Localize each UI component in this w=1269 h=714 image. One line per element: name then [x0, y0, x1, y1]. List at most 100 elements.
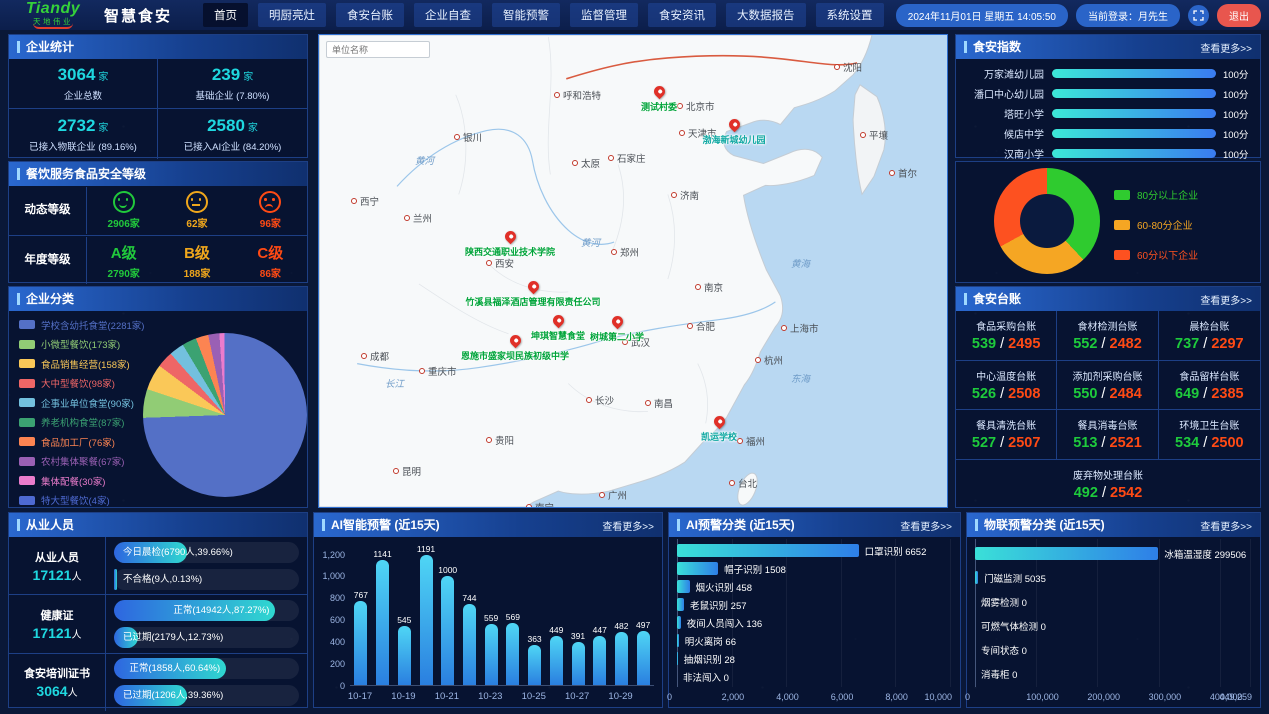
city-label: 首尔 — [898, 166, 917, 180]
legend-swatch — [1114, 250, 1130, 260]
legend-swatch — [1114, 220, 1130, 230]
staff-bars: 正常(1858人,60.64%)已过期(1206人,39.36%) — [106, 654, 307, 711]
map-marker-label: 坤琪智慧食堂 — [531, 329, 585, 342]
index-bar-track — [1052, 89, 1216, 98]
safety-grade-item: 62家 — [160, 191, 233, 230]
nav-item[interactable]: 企业自查 — [414, 3, 482, 27]
ledger-separator: / — [1097, 435, 1109, 451]
progress-track: 正常(1858人,60.64%) — [114, 658, 299, 679]
stat-unit: 家 — [98, 72, 108, 83]
nav-item[interactable]: 大数据报告 — [726, 3, 806, 27]
city-dot-icon — [419, 368, 425, 374]
staff-label: 从业人员 — [35, 549, 79, 565]
y-axis-line — [975, 539, 976, 687]
x-axis-tick-label: 10-23 — [478, 691, 502, 702]
map-search-input[interactable] — [326, 41, 430, 58]
gridline — [1097, 539, 1098, 687]
bar-value-label: 363 — [527, 634, 541, 644]
ai-alert-category-chart: 02,0004,0006,0008,00010,000口罩识别 6652帽子识别… — [669, 537, 960, 707]
map-city: 台北 — [729, 476, 757, 490]
progress-text: 不合格(9人,0.13%) — [123, 569, 202, 590]
nav-item[interactable]: 食安资讯 — [648, 3, 716, 27]
panel-food-safety-index: 食安指数 查看更多>> 万家滩幼儿园100分潘口中心幼儿园100分塔旺小学100… — [955, 34, 1261, 158]
x-axis-line — [350, 685, 654, 686]
bar — [506, 623, 519, 685]
city-dot-icon — [737, 438, 743, 444]
y-axis-tick-label: 1,200 — [322, 550, 345, 560]
map-city: 成都 — [361, 349, 389, 363]
map-city: 长沙 — [586, 393, 614, 407]
x-axis-tick-label: 4,000 — [776, 692, 799, 702]
city-label: 沈阳 — [843, 60, 862, 74]
bar-category-label: 消毒柜 0 — [981, 667, 1017, 681]
x-axis-tick-label: 10-29 — [608, 691, 632, 702]
city-dot-icon — [572, 160, 578, 166]
view-more-link[interactable]: 查看更多>> — [1200, 292, 1252, 307]
map-pin-icon — [610, 314, 626, 330]
legend-label: 60-80分企业 — [1137, 217, 1193, 232]
index-bar-track — [1052, 129, 1216, 138]
ledger-pending-count: 2542 — [1110, 485, 1142, 501]
iot-alert-category-chart: 0100,000200,000300,000400,000449,259冰箱温湿… — [967, 537, 1260, 707]
ledger-cell: 晨检台账737 / 2297 — [1159, 311, 1260, 361]
ledger-done-count: 737 — [1175, 336, 1199, 352]
ledger-pending-count: 2482 — [1110, 336, 1142, 352]
safety-row-label: 动态等级 — [9, 187, 87, 234]
x-axis-tick-label: 0 — [667, 692, 672, 702]
y-axis-tick-label: 1,000 — [322, 571, 345, 581]
staff-unit: 人 — [71, 630, 81, 641]
bar — [615, 632, 628, 685]
city-dot-icon — [679, 130, 685, 136]
index-name: 汉南小学 — [956, 146, 1044, 161]
grade-count: 2790家 — [87, 265, 160, 280]
view-more-link[interactable]: 查看更多>> — [602, 518, 654, 533]
brand-subtitle: 天地伟业 — [33, 18, 73, 29]
nav-item[interactable]: 智能预警 — [492, 3, 560, 27]
map-overlay: 沈阳呼和浩特北京市天津市石家庄太原济南银川西宁兰州西安郑州南京上海市合肥杭州武汉… — [319, 35, 947, 507]
nav-item[interactable]: 系统设置 — [816, 3, 884, 27]
ledger-values: 539 / 2495 — [972, 336, 1041, 352]
current-user-badge: 当前登录：月先生 — [1076, 4, 1180, 27]
progress-text: 正常(1858人,60.64%) — [129, 658, 220, 679]
city-dot-icon — [454, 134, 460, 140]
nav-item[interactable]: 监督管理 — [570, 3, 638, 27]
map-city: 沈阳 — [834, 60, 862, 74]
ledger-cell: 环境卫生台账534 / 2500 — [1159, 410, 1260, 460]
stat-number: 3064 — [58, 65, 96, 84]
city-dot-icon — [586, 397, 592, 403]
x-axis-tick-label: 300,000 — [1149, 692, 1182, 702]
legend-item: 60-80分企业 — [1114, 214, 1193, 235]
view-more-link[interactable]: 查看更多>> — [900, 518, 952, 533]
map-city: 广州 — [599, 488, 627, 502]
staff-row: 食安培训证书3064人正常(1858人,60.64%)已过期(1206人,39.… — [9, 654, 307, 711]
nav-item[interactable]: 首页 — [203, 3, 248, 27]
staff-body: 从业人员17121人今日晨检(6790人,39.66%)不合格(9人,0.13%… — [9, 537, 307, 711]
city-label: 太原 — [581, 156, 600, 170]
city-dot-icon — [687, 323, 693, 329]
x-axis-tick-label: 10-27 — [565, 691, 589, 702]
city-label: 成都 — [370, 349, 389, 363]
fullscreen-button[interactable] — [1188, 5, 1209, 26]
map-city: 银川 — [454, 130, 482, 144]
view-more-link[interactable]: 查看更多>> — [1200, 518, 1252, 533]
china-map-panel[interactable]: 沈阳呼和浩特北京市天津市石家庄太原济南银川西宁兰州西安郑州南京上海市合肥杭州武汉… — [318, 34, 948, 508]
logout-button[interactable]: 退出 — [1217, 4, 1261, 27]
ledger-done-count: 539 — [972, 336, 996, 352]
safety-row: 年度等级A级2790家B级188家C级86家 — [9, 236, 307, 285]
city-label: 长沙 — [595, 393, 614, 407]
panel-title: 食安台账 — [964, 293, 1021, 305]
ledger-done-count: 527 — [972, 435, 996, 451]
legend-swatch — [19, 418, 35, 427]
staff-unit: 人 — [68, 688, 78, 699]
nav-item[interactable]: 食安台账 — [336, 3, 404, 27]
nav-item[interactable]: 明厨亮灶 — [258, 3, 326, 27]
view-more-link[interactable]: 查看更多>> — [1200, 40, 1252, 55]
bar-value-label: 1191 — [417, 544, 435, 554]
ledger-separator: / — [1098, 485, 1110, 501]
y-axis-tick-label: 200 — [330, 659, 345, 669]
legend-swatch — [19, 379, 35, 388]
city-dot-icon — [889, 170, 895, 176]
map-city: 呼和浩特 — [554, 88, 601, 102]
ledger-done-count: 550 — [1073, 386, 1097, 402]
ledger-separator: / — [996, 435, 1008, 451]
